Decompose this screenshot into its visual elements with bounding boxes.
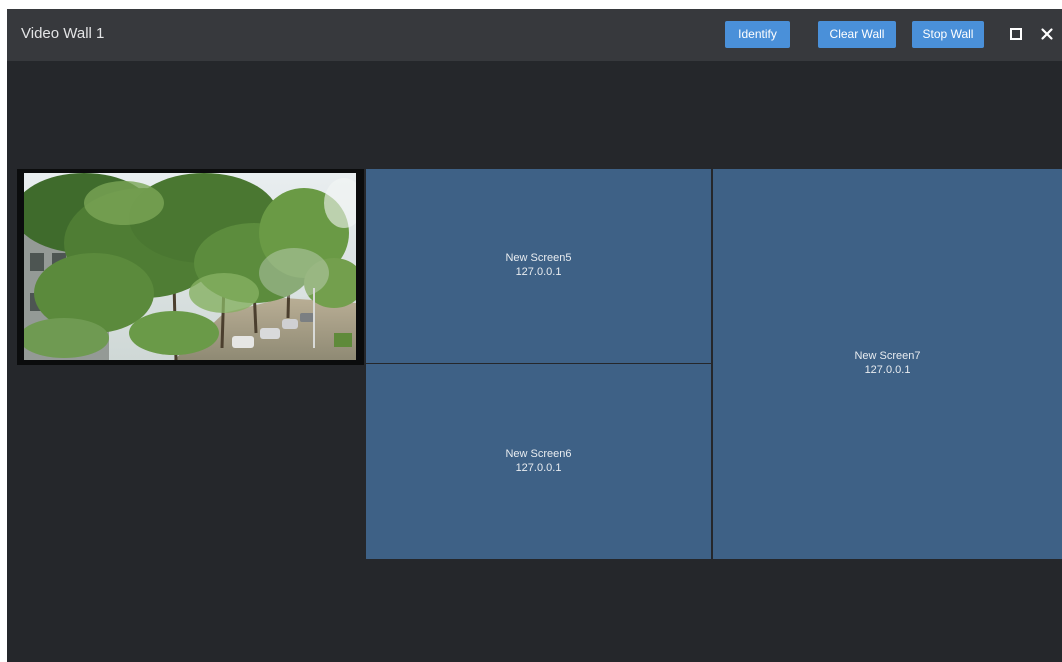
screen-name: New Screen6 <box>505 448 572 460</box>
screen-tile-5[interactable]: New Screen5 127.0.0.1 <box>366 169 711 363</box>
identify-button[interactable]: Identify <box>725 21 790 48</box>
screen-ip: 127.0.0.1 <box>515 266 562 278</box>
screen-tile-6[interactable]: New Screen6 127.0.0.1 <box>366 364 711 559</box>
screen-name: New Screen5 <box>505 252 572 264</box>
video-cell-camera[interactable] <box>17 169 364 365</box>
screen-ip: 127.0.0.1 <box>515 462 562 474</box>
video-wall-window: Video Wall 1 Identify Clear Wall Stop Wa… <box>7 9 1062 662</box>
maximize-icon[interactable] <box>1008 26 1024 42</box>
video-wall-canvas: New Screen5 127.0.0.1 New Screen6 127.0.… <box>7 61 1062 662</box>
screen-name: New Screen7 <box>854 350 921 362</box>
screen-tile-7[interactable]: New Screen7 127.0.0.1 <box>713 169 1062 559</box>
window-title: Video Wall 1 <box>21 25 105 42</box>
screen-ip: 127.0.0.1 <box>864 364 911 376</box>
close-icon[interactable] <box>1039 26 1055 42</box>
title-bar: Video Wall 1 Identify Clear Wall Stop Wa… <box>7 9 1062 61</box>
camera-video-feed <box>24 173 356 360</box>
clear-wall-button[interactable]: Clear Wall <box>818 21 896 48</box>
stop-wall-button[interactable]: Stop Wall <box>912 21 984 48</box>
